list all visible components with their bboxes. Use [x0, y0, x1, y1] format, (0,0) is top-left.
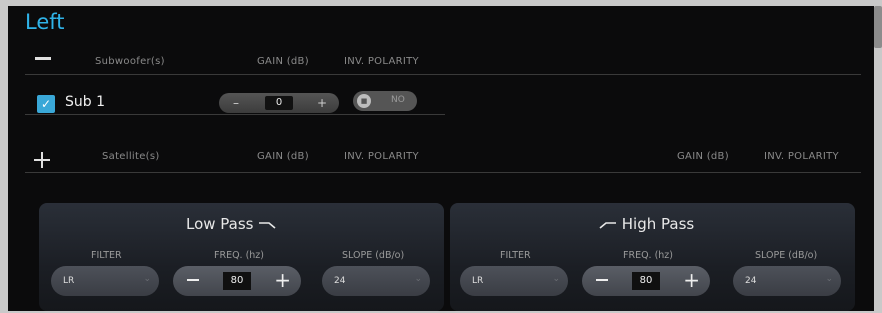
lp-filter-value: LR — [63, 276, 75, 286]
sat-gain-header: GAIN (dB) — [257, 151, 309, 162]
lp-freq-label: FREQ. (hz) — [214, 250, 265, 261]
hp-filter-select[interactable]: LR ⌄ — [460, 266, 568, 296]
high-pass-title-text: High Pass — [621, 215, 695, 233]
highpass-slope-icon — [599, 221, 616, 229]
lp-slope-value: 24 — [334, 276, 346, 286]
sub-gain-header: GAIN (dB) — [257, 56, 309, 67]
chevron-down-icon: ⌄ — [825, 274, 833, 284]
chevron-down-icon: ⌄ — [552, 274, 560, 284]
sub-1-checkbox[interactable]: ✓ — [37, 95, 55, 113]
gain-increment-button[interactable]: + — [311, 93, 333, 113]
toggle-knob: ■ — [357, 94, 371, 108]
hp-slope-select[interactable]: 24 ⌄ — [733, 266, 841, 296]
hp-freq-value[interactable]: 80 — [632, 272, 660, 290]
low-pass-title: Low Pass — [186, 215, 276, 233]
lp-filter-select[interactable]: LR ⌄ — [51, 266, 159, 296]
collapse-subwoofers-icon[interactable] — [35, 57, 51, 60]
check-icon: ✓ — [40, 97, 52, 111]
lp-freq-value[interactable]: 80 — [223, 272, 251, 290]
subwoofer-divider — [25, 74, 861, 75]
gain-value[interactable]: 0 — [265, 96, 293, 110]
lp-filter-label: FILTER — [91, 250, 122, 261]
low-pass-title-text: Low Pass — [186, 215, 254, 233]
hp-freq-increment-button[interactable]: + — [683, 270, 700, 290]
chevron-down-icon: ⌄ — [414, 274, 422, 284]
expand-satellites-icon-v[interactable] — [41, 152, 43, 168]
lowpass-slope-icon — [259, 221, 276, 229]
sub-1-polarity-toggle[interactable]: ■ NO — [353, 91, 417, 111]
lp-slope-label: SLOPE (dB/o) — [342, 250, 405, 261]
sat-polarity-header: INV. POLARITY — [344, 151, 419, 162]
polarity-state: NO — [391, 95, 405, 105]
high-pass-panel: High Pass FILTER FREQ. (hz) SLOPE (dB/o)… — [450, 203, 855, 311]
satellite-divider — [25, 172, 861, 173]
lp-freq-decrement-button[interactable] — [187, 279, 199, 281]
sub-polarity-header: INV. POLARITY — [344, 56, 419, 67]
lp-slope-select[interactable]: 24 ⌄ — [322, 266, 430, 296]
satellite-header-label: Satellite(s) — [102, 151, 160, 162]
gain-decrement-button[interactable]: – — [225, 93, 247, 113]
scrollbar[interactable] — [874, 6, 882, 48]
lp-freq-increment-button[interactable]: + — [274, 270, 291, 290]
sub-row-divider — [25, 114, 445, 115]
sat-polarity-header-right: INV. POLARITY — [764, 151, 839, 162]
sub-1-gain-stepper: – 0 + — [219, 93, 339, 113]
hp-freq-decrement-button[interactable] — [596, 279, 608, 281]
page-title: Left — [25, 10, 65, 34]
hp-filter-value: LR — [472, 276, 484, 286]
hp-slope-value: 24 — [745, 276, 757, 286]
hp-filter-label: FILTER — [500, 250, 531, 261]
hp-freq-label: FREQ. (hz) — [623, 250, 674, 261]
hp-slope-label: SLOPE (dB/o) — [755, 250, 818, 261]
lp-freq-stepper: 80 + — [173, 266, 301, 296]
low-pass-panel: Low Pass FILTER FREQ. (hz) SLOPE (dB/o) … — [39, 203, 444, 311]
high-pass-title: High Pass — [599, 215, 694, 233]
hp-freq-stepper: 80 + — [582, 266, 710, 296]
sat-gain-header-right: GAIN (dB) — [677, 151, 729, 162]
subwoofer-header-label: Subwoofer(s) — [95, 56, 165, 67]
chevron-down-icon: ⌄ — [143, 274, 151, 284]
app-window: Left Subwoofer(s) GAIN (dB) INV. POLARIT… — [8, 6, 874, 311]
sub-1-label: Sub 1 — [65, 94, 106, 110]
